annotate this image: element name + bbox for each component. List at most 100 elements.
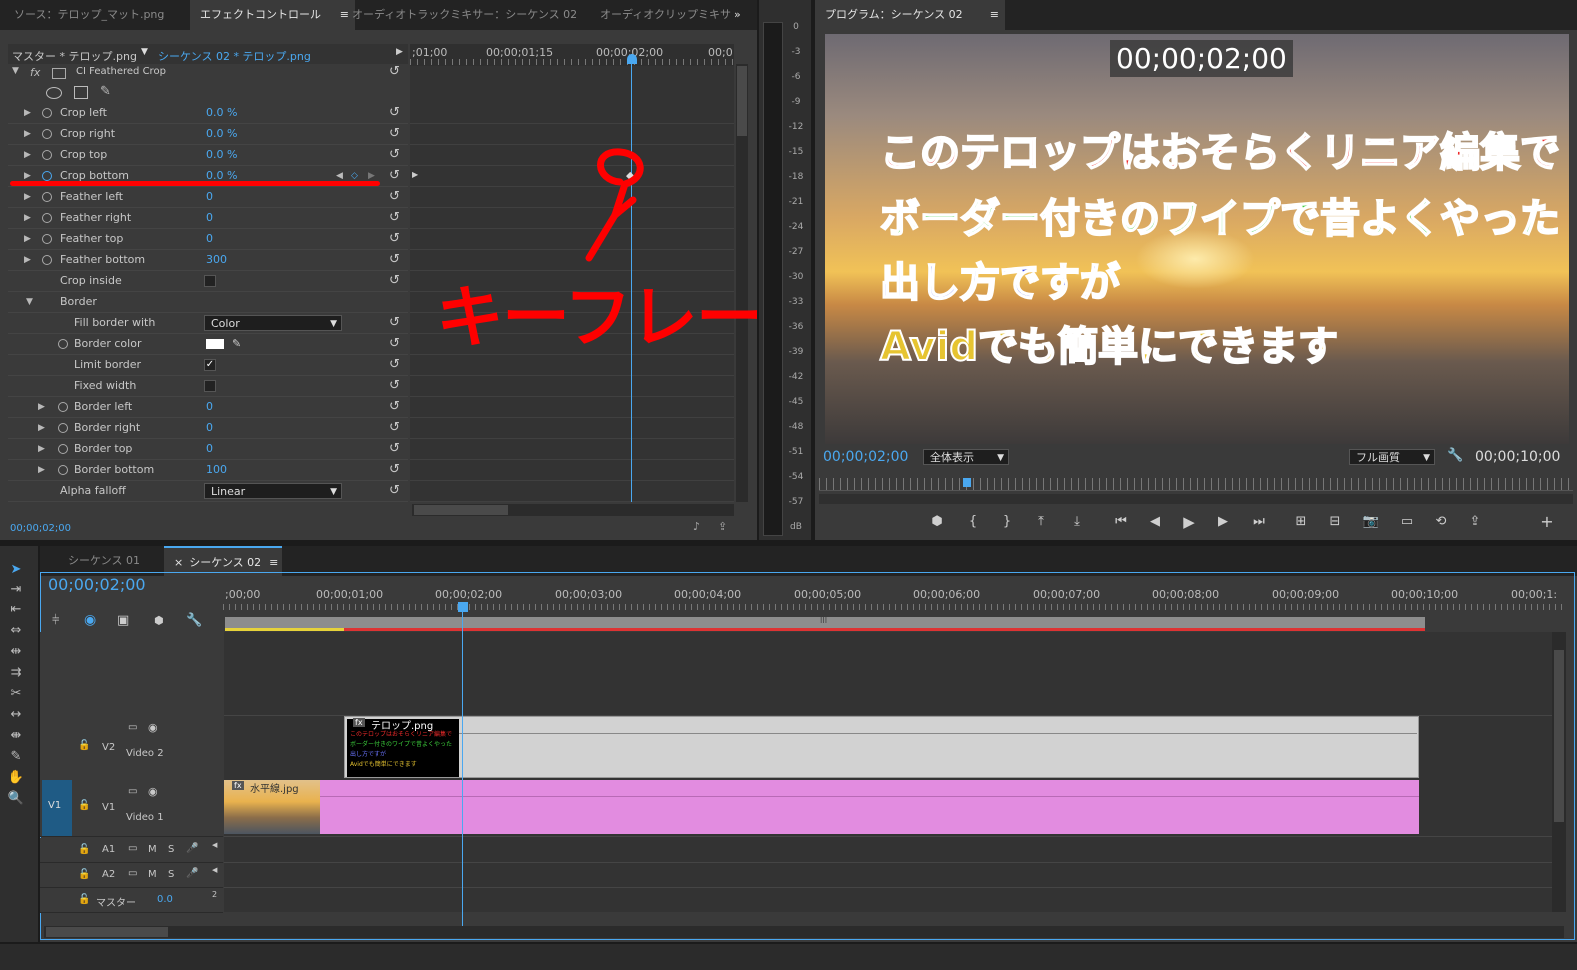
param-value[interactable]: 0.0 % bbox=[206, 103, 237, 123]
param-value[interactable]: 0 bbox=[206, 439, 213, 459]
reset-icon[interactable]: ↺ bbox=[389, 481, 400, 501]
param-value[interactable]: 0 bbox=[206, 208, 213, 228]
sync-lock-icon[interactable]: ▭ bbox=[128, 843, 137, 854]
timeline-hscroll[interactable] bbox=[44, 926, 1564, 938]
fx-badge[interactable]: fx bbox=[232, 781, 244, 790]
reset-icon[interactable]: ↺ bbox=[389, 418, 400, 438]
settings-wrench-icon[interactable]: 🔧 bbox=[186, 613, 202, 628]
playhead-marker[interactable] bbox=[627, 54, 637, 64]
pen-mask-icon[interactable]: ✎ bbox=[100, 84, 111, 99]
clip-v1[interactable]: fx 水平線.jpg bbox=[224, 780, 1419, 834]
tab-audio-clip-mixer[interactable]: オーディオクリップミキサ bbox=[590, 0, 740, 30]
header-arrow-icon[interactable]: ▶ bbox=[396, 47, 403, 57]
color-swatch[interactable] bbox=[206, 339, 224, 349]
source-patch-v1[interactable]: V1 bbox=[42, 780, 72, 836]
close-icon[interactable]: × bbox=[174, 556, 183, 569]
export-icon[interactable]: ⇪ bbox=[1463, 510, 1487, 534]
reset-icon[interactable]: ↺ bbox=[389, 334, 400, 354]
rate-stretch-tool-icon[interactable]: ⇹ bbox=[3, 642, 29, 662]
param-value[interactable]: 100 bbox=[206, 460, 227, 480]
eye-icon[interactable]: ◉ bbox=[148, 721, 158, 734]
scroll-thumb[interactable] bbox=[414, 505, 508, 515]
scrubber-playhead[interactable] bbox=[963, 478, 971, 487]
track-select-tool-icon[interactable]: ⇥ bbox=[3, 580, 29, 600]
lock-icon[interactable]: 🔓 bbox=[78, 740, 90, 751]
slip-tool-icon[interactable]: ✂ bbox=[3, 684, 29, 704]
sync-lock-icon[interactable]: ▭ bbox=[128, 786, 137, 797]
reset-icon[interactable]: ↺ bbox=[389, 208, 400, 228]
stopwatch-active-icon[interactable] bbox=[42, 171, 52, 181]
mute-button[interactable]: M bbox=[148, 869, 157, 880]
stopwatch-icon[interactable] bbox=[42, 255, 52, 265]
program-scrubber[interactable] bbox=[819, 478, 1573, 491]
param-value[interactable]: 300 bbox=[206, 250, 227, 270]
expand-triangle-icon[interactable]: ▶ bbox=[24, 250, 31, 270]
go-to-in-icon[interactable]: ⤒ bbox=[1029, 510, 1053, 534]
scroll-thumb[interactable] bbox=[46, 927, 168, 937]
param-value[interactable]: 0.0 % bbox=[206, 145, 237, 165]
nest-icon[interactable]: ▣ bbox=[117, 613, 129, 628]
solo-button[interactable]: S bbox=[168, 844, 174, 855]
track-collapse-icon[interactable]: ◀ bbox=[212, 866, 217, 874]
settings-wrench-icon[interactable]: 🔧 bbox=[1447, 448, 1463, 463]
sync-lock-icon[interactable]: ▭ bbox=[128, 868, 137, 879]
track-target-label[interactable]: V1 bbox=[102, 802, 115, 813]
reset-icon[interactable]: ↺ bbox=[389, 103, 400, 123]
lock-icon[interactable]: 🔓 bbox=[78, 800, 90, 811]
master-volume[interactable]: 0.0 bbox=[157, 894, 173, 905]
panel-menu-icon[interactable]: ≡ bbox=[990, 0, 999, 30]
expand-triangle-icon[interactable]: ▶ bbox=[38, 460, 45, 480]
timeline-playhead-marker[interactable] bbox=[458, 602, 468, 612]
step-forward-icon[interactable]: ▶ bbox=[1211, 510, 1235, 534]
reset-icon[interactable]: ↺ bbox=[389, 439, 400, 459]
safe-margins-icon[interactable]: ▭ bbox=[1395, 510, 1419, 534]
tab-effect-controls[interactable]: エフェクトコントロール ≡ bbox=[190, 0, 355, 30]
reset-icon[interactable]: ↺ bbox=[389, 250, 400, 270]
track-collapse-icon[interactable]: ◀ bbox=[212, 841, 217, 849]
add-button-icon[interactable]: + bbox=[1535, 510, 1559, 534]
tab-source[interactable]: ソース：テロップ_マット.png bbox=[4, 0, 196, 30]
program-current-time[interactable]: 00;00;02;00 bbox=[823, 449, 908, 465]
param-value[interactable]: 0 bbox=[206, 187, 213, 207]
go-to-out-icon[interactable]: ⤓ bbox=[1065, 510, 1089, 534]
step-back-icon[interactable]: ◀ bbox=[1143, 510, 1167, 534]
row-arrow-icon[interactable]: ▶ bbox=[412, 170, 418, 179]
collapse-triangle-icon[interactable]: ▼ bbox=[12, 66, 19, 76]
mark-out-icon[interactable]: } bbox=[995, 510, 1019, 534]
expand-triangle-icon[interactable]: ▶ bbox=[38, 418, 45, 438]
rolling-edit-tool-icon[interactable]: ⇔ bbox=[3, 621, 29, 641]
expand-triangle-icon[interactable]: ▶ bbox=[24, 187, 31, 207]
work-area-grip[interactable]: III bbox=[820, 616, 827, 625]
reset-icon[interactable]: ↺ bbox=[389, 313, 400, 333]
crop-inside-checkbox[interactable] bbox=[204, 275, 216, 287]
eye-icon[interactable]: ◉ bbox=[148, 785, 158, 798]
go-to-end-icon[interactable]: ⏭ bbox=[1247, 510, 1271, 534]
reset-icon[interactable]: ↺ bbox=[389, 124, 400, 144]
expand-triangle-icon[interactable]: ▶ bbox=[24, 124, 31, 144]
reset-icon[interactable]: ↺ bbox=[389, 355, 400, 375]
tab-audio-track-mixer[interactable]: オーディオトラックミキサー：シーケンス 02 bbox=[342, 0, 587, 30]
export-frame-icon[interactable]: 📷 bbox=[1359, 510, 1383, 534]
param-value[interactable]: 0 bbox=[206, 397, 213, 417]
lock-icon[interactable]: 🔓 bbox=[78, 844, 90, 855]
fx-badge[interactable]: fx bbox=[30, 66, 40, 79]
expand-triangle-icon[interactable]: ▶ bbox=[24, 145, 31, 165]
limit-border-checkbox[interactable]: ✓ bbox=[204, 359, 216, 371]
stopwatch-icon[interactable] bbox=[42, 108, 52, 118]
reset-icon[interactable]: ↺ bbox=[389, 271, 400, 291]
panel-menu-icon[interactable]: ≡ bbox=[269, 556, 278, 569]
eyedropper-icon[interactable]: ✎ bbox=[232, 334, 241, 354]
program-scroll[interactable] bbox=[819, 494, 1573, 504]
play-icon[interactable]: ▶ bbox=[1177, 510, 1201, 534]
stopwatch-icon[interactable] bbox=[58, 339, 68, 349]
ripple-edit-tool-icon[interactable]: ⇤ bbox=[3, 600, 29, 620]
microphone-icon[interactable]: 🎤 bbox=[186, 843, 198, 854]
mark-in-icon[interactable]: { bbox=[961, 510, 985, 534]
snap-icon[interactable]: ⫩ bbox=[52, 613, 59, 628]
keyframe-ruler[interactable]: ;01;00 00;00;01;15 00;00;02;00 00;0 bbox=[410, 44, 734, 66]
loop-icon[interactable]: ⟲ bbox=[1429, 510, 1453, 534]
expand-triangle-icon[interactable]: ▶ bbox=[24, 229, 31, 249]
sequence-clip-label[interactable]: シーケンス 02 * テロップ.png bbox=[158, 48, 311, 64]
stopwatch-icon[interactable] bbox=[42, 129, 52, 139]
slide-tool-icon[interactable]: ↔ bbox=[3, 705, 29, 725]
